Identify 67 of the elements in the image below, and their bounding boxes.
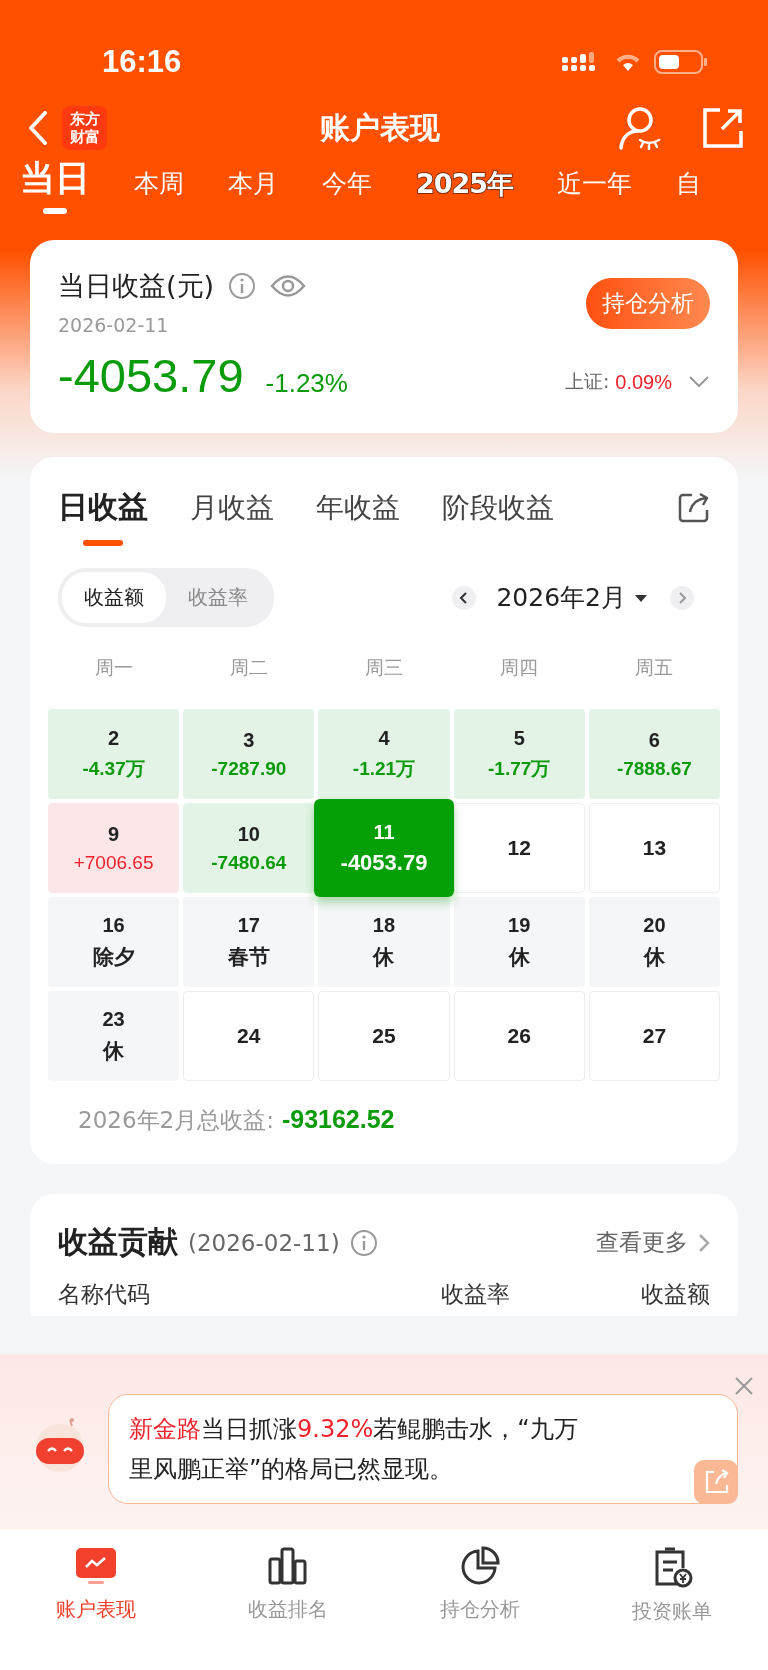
weekday-label: 周四 [499, 655, 540, 680]
profit-tab[interactable]: 年收益 [316, 488, 400, 545]
eye-icon[interactable] [270, 273, 307, 299]
trend-chart-icon [74, 1546, 118, 1586]
weekday-label: 周三 [364, 655, 404, 680]
index-change: 0.09% [615, 370, 672, 394]
calendar-day[interactable]: 5 -1.77万 [453, 709, 585, 799]
calendar-day[interactable]: 20 休 [588, 897, 720, 987]
share-icon[interactable] [678, 491, 710, 524]
calendar-day[interactable]: 9 +7006.65 [48, 803, 180, 893]
user-eye-icon[interactable] [618, 106, 662, 150]
info-icon[interactable] [228, 272, 257, 300]
section-title: 收益贡献 [58, 1223, 178, 1261]
caret-icon[interactable] [634, 592, 648, 603]
weekday-label: 周二 [228, 655, 269, 680]
column-header: 收益额 [641, 1280, 710, 1309]
pie-chart-icon [460, 1546, 500, 1586]
wifi-icon [614, 52, 642, 72]
weekday-label: 周五 [634, 655, 675, 680]
previous-month-icon[interactable] [452, 585, 477, 610]
chevron-right-icon[interactable] [698, 1232, 710, 1253]
section-date: (2026-02-11) [188, 1229, 340, 1256]
info-icon[interactable] [349, 1228, 378, 1257]
calendar-day[interactable]: 12 [453, 803, 585, 893]
calendar-day[interactable]: 25 [318, 991, 450, 1081]
chevron-down-icon[interactable] [688, 375, 710, 389]
calendar-day[interactable]: 4 -1.21万 [318, 709, 450, 799]
profit-tab[interactable]: 阶段收益 [442, 488, 554, 545]
calendar-day[interactable]: 27 [588, 991, 720, 1081]
calendar-day[interactable]: 13 [588, 803, 720, 893]
summary-date: 2026-02-11 [58, 314, 170, 336]
calendar-day[interactable]: 10 -7480.64 [183, 803, 315, 893]
status-time: 16:16 [102, 44, 182, 80]
calendar-day[interactable]: 3 -7287.90 [183, 709, 315, 799]
view-more-link[interactable]: 查看更多 [596, 1227, 688, 1258]
battery-icon [654, 50, 708, 74]
share-icon[interactable] [702, 107, 744, 149]
calendar-day[interactable]: 2 -4.37万 [48, 709, 180, 799]
back-icon[interactable] [28, 111, 48, 145]
profit-amount: -4053.79 [58, 348, 244, 403]
calendar-day[interactable]: 23 休 [48, 991, 180, 1081]
close-icon[interactable] [734, 1376, 754, 1396]
weekday-label: 周一 [93, 655, 134, 680]
month-total-label: 2026年2月总收益: [78, 1106, 274, 1135]
app-logo: 东方 财富 [62, 106, 107, 150]
summary-title: 当日收益(元) [58, 269, 215, 303]
profit-percent: -1.23% [265, 368, 348, 399]
calendar-day[interactable]: 26 [453, 991, 585, 1081]
page-title: 账户表现 [318, 108, 441, 147]
bar-chart-icon [267, 1546, 309, 1586]
month-selector[interactable]: 2026年2月 [496, 581, 626, 614]
calendar-day[interactable]: 6 -7888.67 [588, 709, 720, 799]
profit-tab[interactable]: 月收益 [190, 488, 274, 545]
profit-tab[interactable]: 日收益 [58, 487, 148, 546]
calendar-day[interactable]: 18 休 [318, 897, 450, 987]
calendar-day[interactable]: 19 休 [453, 897, 585, 987]
month-total-value: -93162.52 [281, 1105, 395, 1134]
column-header: 收益率 [441, 1280, 510, 1309]
bottom-nav-tab[interactable]: 账户表现 [0, 1540, 192, 1670]
calendar-day[interactable]: 24 [183, 991, 315, 1081]
calendar-day[interactable]: 16 除夕 [48, 897, 180, 987]
ai-tip-text: 新金路当日抓涨9.32%若鲲鹏击水，“九万里风鹏正举”的格局已然显现。 [128, 1414, 579, 1485]
calendar-day[interactable]: 17 春节 [183, 897, 315, 987]
column-header: 名称代码 [58, 1280, 150, 1309]
next-month-icon[interactable] [670, 585, 694, 610]
index-label: 上证: [564, 369, 610, 394]
mode-option[interactable]: 收益额 [62, 572, 166, 623]
